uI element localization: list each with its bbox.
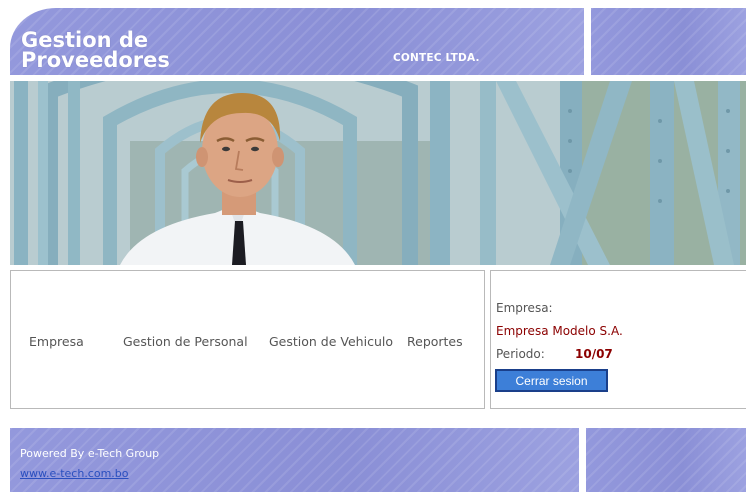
powered-by-text: Powered By e-Tech Group <box>20 447 160 460</box>
empresa-value: Empresa Modelo S.A. <box>496 324 623 338</box>
menu-item-gestion-personal[interactable]: Gestion de Personal <box>123 334 248 349</box>
menu-item-gestion-vehiculo[interactable]: Gestion de Vehiculo <box>269 334 393 349</box>
logout-button[interactable]: Cerrar sesion <box>495 369 608 392</box>
company-name: CONTEC LTDA. <box>393 52 480 64</box>
menu-item-empresa[interactable]: Empresa <box>29 334 84 349</box>
banner-image <box>10 81 746 265</box>
empresa-label: Empresa: <box>496 301 553 315</box>
footer-band <box>10 428 579 492</box>
menu-item-reportes[interactable]: Reportes <box>407 334 463 349</box>
app-title: Gestion de Proveedores <box>21 28 170 72</box>
periodo-label: Periodo: <box>496 347 545 361</box>
footer-link[interactable]: www.e-tech.com.bo <box>20 467 129 480</box>
header-side-band <box>591 8 746 75</box>
periodo-value: 10/07 <box>575 347 613 361</box>
footer-side-band <box>586 428 746 492</box>
